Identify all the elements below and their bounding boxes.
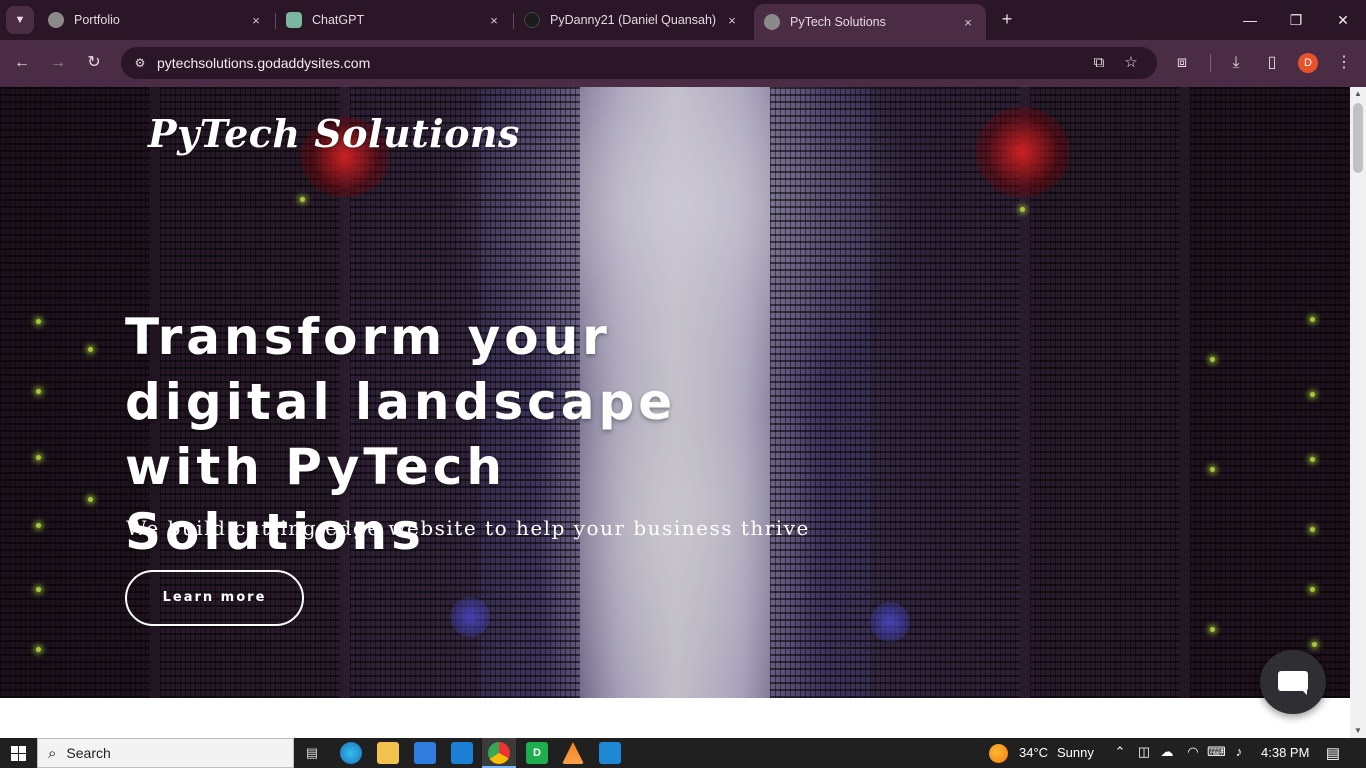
clock[interactable]: 4:38 PM xyxy=(1261,745,1309,760)
file-explorer-icon[interactable] xyxy=(377,742,399,764)
forward-button[interactable]: → xyxy=(47,52,69,74)
notification-icon[interactable]: ▤ xyxy=(1324,744,1342,762)
windows-taskbar: ⌕ Search ▤ D 34°C Sunny ⌃ ◫ ☁ ◠ ⌨ ♪ 4:38… xyxy=(0,738,1366,768)
tab-github[interactable]: PyDanny21 (Daniel Quansah) × xyxy=(514,6,750,34)
back-button[interactable]: ← xyxy=(11,52,33,74)
hero-subheadline: We build cutting-edge website to help yo… xyxy=(126,516,810,540)
side-panel-icon[interactable]: ▯ xyxy=(1261,52,1283,74)
reload-button[interactable]: ↻ xyxy=(83,52,105,74)
restore-button[interactable]: ❐ xyxy=(1284,8,1308,32)
search-icon: ⌕ xyxy=(48,744,57,762)
weather-temperature[interactable]: 34°C xyxy=(1019,745,1048,760)
weather-description[interactable]: Sunny xyxy=(1057,745,1094,760)
chevron-down-icon: ▼ xyxy=(14,14,26,26)
toolbar-divider xyxy=(1210,54,1211,72)
onedrive-icon[interactable]: ☁ xyxy=(1158,744,1176,760)
vlc-icon[interactable] xyxy=(562,742,584,764)
tab-portfolio[interactable]: Portfolio × xyxy=(38,6,274,34)
start-button[interactable] xyxy=(0,738,36,768)
chrome-icon[interactable] xyxy=(488,742,510,764)
store-icon[interactable] xyxy=(414,742,436,764)
bookmark-star-icon[interactable]: ☆ xyxy=(1121,53,1141,73)
tab-title: ChatGPT xyxy=(312,13,365,27)
learn-more-button[interactable]: Learn more xyxy=(125,570,304,626)
task-view-icon[interactable]: ▤ xyxy=(301,742,323,764)
downloads-icon[interactable]: ⤓ xyxy=(1225,52,1247,74)
hero-section: PyTech Solutions Transform your digital … xyxy=(0,87,1350,698)
tab-close-icon[interactable]: × xyxy=(724,13,740,28)
github-icon xyxy=(524,12,540,28)
menu-icon[interactable]: ⋮ xyxy=(1333,52,1355,74)
chat-widget-button[interactable] xyxy=(1260,650,1326,714)
tab-search-button[interactable]: ▼ xyxy=(6,6,34,34)
chevron-up-icon[interactable]: ⌃ xyxy=(1111,744,1129,760)
taskbar-search-box[interactable]: ⌕ Search xyxy=(37,738,294,768)
windows-logo-icon xyxy=(10,745,26,761)
search-placeholder: Search xyxy=(66,745,111,761)
page-scrollbar[interactable]: ▲ ▼ xyxy=(1350,87,1366,738)
close-window-button[interactable]: ✕ xyxy=(1331,8,1355,32)
weather-sun-icon[interactable] xyxy=(989,744,1008,763)
page-viewport: PyTech Solutions Transform your digital … xyxy=(0,87,1350,738)
extensions-icon[interactable]: ⧈ xyxy=(1171,52,1193,74)
tab-title: Portfolio xyxy=(74,13,120,27)
install-app-icon[interactable]: ⧉ xyxy=(1089,53,1109,73)
scroll-down-arrow[interactable]: ▼ xyxy=(1350,724,1366,738)
site-logo[interactable]: PyTech Solutions xyxy=(148,111,520,156)
tab-title: PyDanny21 (Daniel Quansah) xyxy=(550,13,717,27)
profile-avatar[interactable]: D xyxy=(1298,53,1318,73)
tab-close-icon[interactable]: × xyxy=(960,15,976,30)
edge-icon[interactable] xyxy=(340,742,362,764)
wifi-icon[interactable]: ◠ xyxy=(1184,744,1202,760)
dbeaver-icon[interactable]: D xyxy=(526,742,548,764)
minimize-button[interactable]: — xyxy=(1238,8,1262,32)
scroll-thumb[interactable] xyxy=(1353,103,1363,173)
tab-strip: ▼ Portfolio × ChatGPT × PyDanny21 (Danie… xyxy=(0,0,1366,40)
tab-close-icon[interactable]: × xyxy=(248,13,264,28)
scroll-up-arrow[interactable]: ▲ xyxy=(1350,87,1366,101)
vscode-icon[interactable] xyxy=(599,742,621,764)
meet-now-icon[interactable]: ◫ xyxy=(1135,744,1153,760)
mail-icon[interactable] xyxy=(451,742,473,764)
browser-toolbar: ← → ↻ ⚙ pytechsolutions.godaddysites.com… xyxy=(0,40,1366,87)
globe-icon xyxy=(764,14,780,30)
site-info-icon[interactable]: ⚙ xyxy=(131,54,149,72)
url-text[interactable]: pytechsolutions.godaddysites.com xyxy=(157,55,370,71)
tab-chatgpt[interactable]: ChatGPT × xyxy=(276,6,512,34)
tab-close-icon[interactable]: × xyxy=(486,13,502,28)
volume-icon[interactable]: ♪ xyxy=(1230,744,1248,759)
chat-bubble-tail xyxy=(1300,688,1307,695)
tab-title: PyTech Solutions xyxy=(790,15,886,29)
address-bar[interactable]: ⚙ pytechsolutions.godaddysites.com ⧉ ☆ xyxy=(121,47,1157,79)
new-tab-button[interactable]: + xyxy=(996,9,1018,31)
globe-icon xyxy=(48,12,64,28)
chatgpt-icon xyxy=(286,12,302,28)
tab-pytech[interactable]: PyTech Solutions × xyxy=(754,4,986,40)
ime-icon[interactable]: ⌨ xyxy=(1207,744,1226,760)
